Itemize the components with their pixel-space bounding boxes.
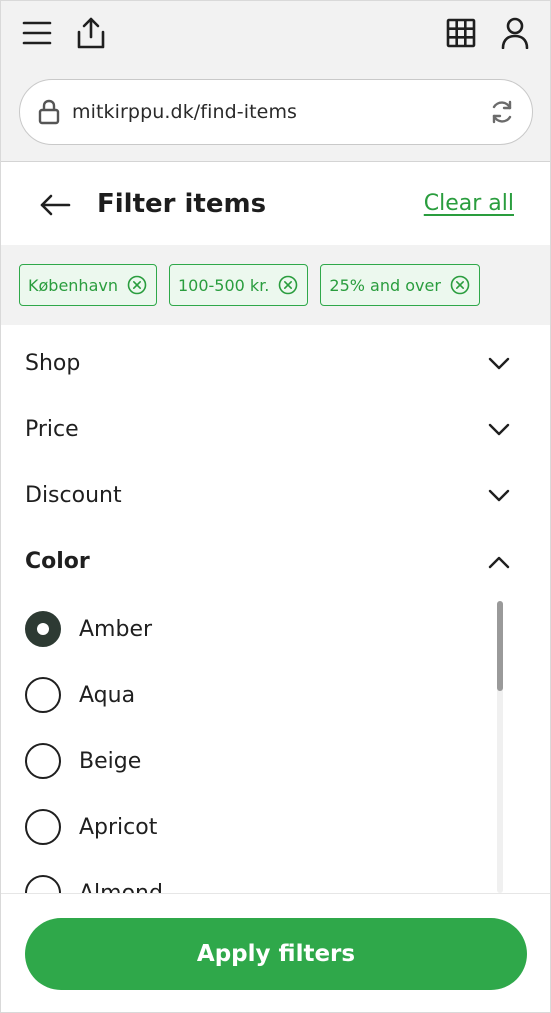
clear-all-link[interactable]: Clear all <box>424 191 514 216</box>
radio-dot <box>37 623 49 635</box>
section-label: Discount <box>25 483 122 508</box>
address-bar[interactable]: mitkirppu.dk/find-items <box>19 79 533 145</box>
radio-option-beige[interactable]: Beige <box>25 741 141 781</box>
footer: Apply filters <box>1 893 550 1012</box>
filter-chip[interactable]: 100-500 kr. <box>168 264 309 306</box>
option-label: Apricot <box>79 814 158 840</box>
phone-frame: mitkirppu.dk/find-items Filter items Cle… <box>0 0 551 1013</box>
section-color[interactable]: Color <box>1 531 550 597</box>
remove-chip-icon[interactable] <box>126 274 148 296</box>
chevron-down-icon[interactable] <box>486 417 512 443</box>
lock-icon <box>36 97 62 127</box>
grid-icon[interactable] <box>443 15 479 51</box>
chevron-down-icon[interactable] <box>486 351 512 377</box>
radio-button[interactable] <box>25 611 61 647</box>
color-options-list: Amber Aqua Beige Apricot Almond <box>1 597 550 893</box>
chip-label: 100-500 kr. <box>177 275 270 295</box>
reload-icon[interactable] <box>488 98 516 126</box>
option-label: Beige <box>79 748 142 774</box>
remove-chip-icon[interactable] <box>277 274 299 296</box>
user-icon[interactable] <box>497 15 533 51</box>
radio-button[interactable] <box>25 809 61 845</box>
share-icon[interactable] <box>73 15 109 51</box>
radio-option-apricot[interactable]: Apricot <box>25 807 157 847</box>
radio-button[interactable] <box>25 677 61 713</box>
chip-label: 25% and over <box>329 275 441 295</box>
back-arrow-icon[interactable] <box>37 187 73 223</box>
chevron-down-icon[interactable] <box>486 483 512 509</box>
section-price[interactable]: Price <box>1 399 550 465</box>
radio-button[interactable] <box>25 875 61 893</box>
chevron-up-icon[interactable] <box>486 549 512 575</box>
section-label: Color <box>25 549 90 574</box>
radio-option-aqua[interactable]: Aqua <box>25 675 135 715</box>
apply-filters-button[interactable]: Apply filters <box>25 918 527 990</box>
active-filters-bar: København 100-500 kr. 25% and over <box>1 245 550 325</box>
radio-option-amber[interactable]: Amber <box>25 609 152 649</box>
section-shop[interactable]: Shop <box>1 333 550 399</box>
radio-button[interactable] <box>25 743 61 779</box>
radio-option-almond[interactable]: Almond <box>25 873 163 893</box>
option-label: Amber <box>79 616 153 642</box>
section-discount[interactable]: Discount <box>1 465 550 531</box>
chip-label: København <box>28 275 118 295</box>
filter-chip[interactable]: 25% and over <box>320 264 480 306</box>
browser-toolbar: mitkirppu.dk/find-items <box>1 1 550 162</box>
menu-icon[interactable] <box>19 15 55 51</box>
scrollbar-thumb[interactable] <box>497 601 503 691</box>
section-label: Price <box>25 417 79 442</box>
page-title: Filter items <box>97 189 267 219</box>
option-label: Almond <box>79 880 163 894</box>
url-text[interactable]: mitkirppu.dk/find-items <box>72 101 488 123</box>
section-label: Shop <box>25 351 81 376</box>
remove-chip-icon[interactable] <box>449 274 471 296</box>
scrollbar-track[interactable] <box>497 601 503 893</box>
filter-header: Filter items Clear all <box>1 163 550 245</box>
filter-chip[interactable]: København <box>19 264 157 306</box>
option-label: Aqua <box>79 682 136 708</box>
